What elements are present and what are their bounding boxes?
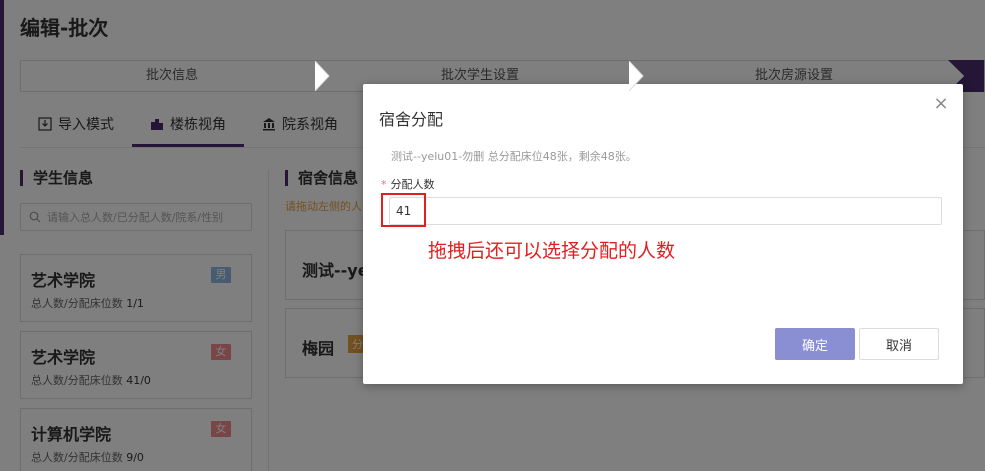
step-chevron-icon [315,61,330,91]
confirm-button[interactable]: 确定 [775,328,855,360]
cancel-button[interactable]: 取消 [859,328,939,360]
required-mark: * [381,178,387,191]
allocation-count-label: * 分配人数 [381,176,435,192]
dorm-allocation-dialog: 宿舍分配 × 测试--yelu01-勿删 总分配床位48张，剩余48张。 * 分配… [363,84,963,384]
step-chevron-icon [629,61,644,91]
close-icon[interactable]: × [931,94,951,114]
dialog-title: 宿舍分配 [379,110,444,129]
annotation-text: 拖拽后还可以选择分配的人数 [428,240,676,262]
field-label-text: 分配人数 [390,178,435,191]
allocation-info: 测试--yelu01-勿删 总分配床位48张，剩余48张。 [391,150,637,163]
allocation-count-input[interactable] [389,197,942,225]
